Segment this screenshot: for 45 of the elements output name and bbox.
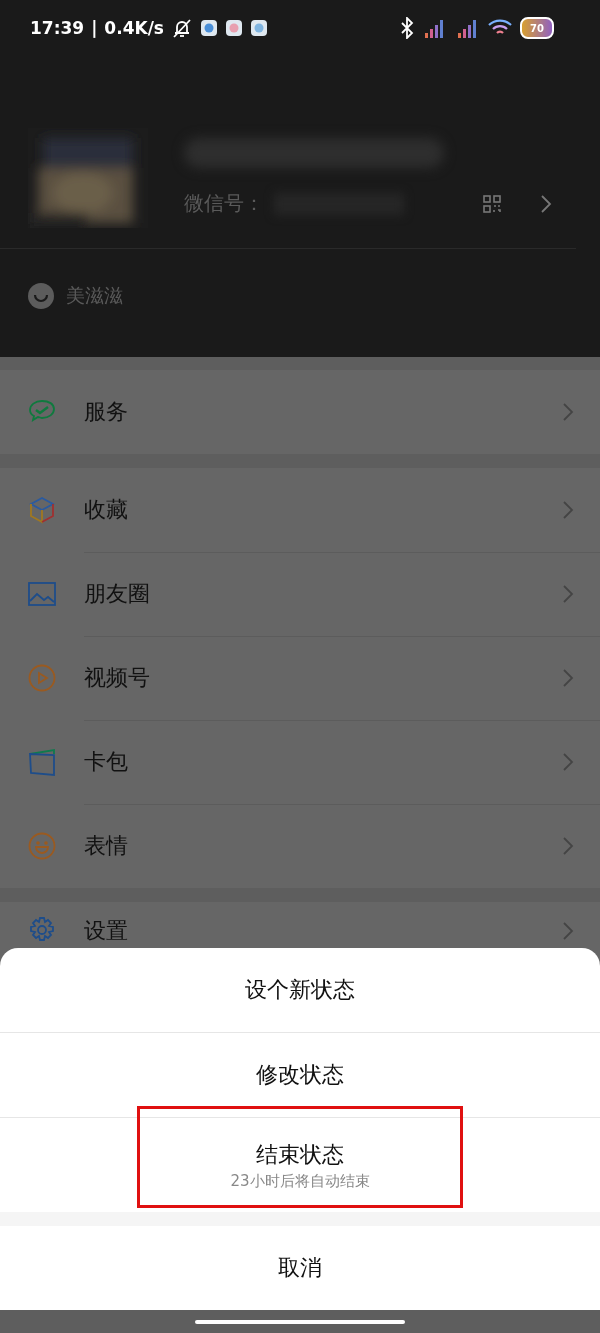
chevron-right-icon: [562, 583, 574, 604]
chevron-right-icon: [562, 921, 574, 941]
app-notification-icon: [199, 19, 218, 37]
menu-item[interactable]: 表情: [0, 804, 600, 888]
play-circle-icon: [28, 664, 56, 692]
menu-item[interactable]: 服务: [0, 370, 600, 454]
landscape-icon: [28, 580, 56, 608]
separator-text: |: [91, 18, 98, 38]
chevron-right-icon: [562, 402, 574, 422]
cube-icon: [28, 496, 56, 524]
sheet-option[interactable]: 修改状态: [0, 1033, 600, 1118]
menu-item[interactable]: 朋友圈: [0, 552, 600, 636]
chevron-right-icon: [562, 836, 574, 856]
home-indicator[interactable]: [195, 1319, 405, 1324]
app-notification-icon: [224, 19, 243, 37]
app-notification-icon: [249, 19, 268, 37]
wechat-id-label: 微信号：: [184, 190, 264, 217]
chevron-right-icon: [562, 751, 574, 772]
status-text: 美滋滋: [66, 283, 123, 308]
chevron-right-icon: [562, 499, 574, 520]
sheet-option[interactable]: 结束状态 23小时后将自动结束: [0, 1118, 600, 1212]
battery-indicator: 70: [520, 17, 554, 39]
smiley-icon: [28, 832, 56, 860]
sheet-option[interactable]: 设个新状态: [0, 948, 600, 1033]
menu-label: 朋友圈: [84, 579, 150, 608]
menu-label: 设置: [84, 917, 128, 945]
chevron-right-icon: [540, 193, 552, 214]
bluetooth-icon: [400, 17, 414, 39]
smiley-icon: [28, 283, 54, 309]
menu-label: 服务: [84, 398, 128, 426]
menu-item[interactable]: 收藏: [0, 468, 600, 552]
settings-icon: [28, 916, 56, 944]
wallet-icon: [28, 748, 56, 776]
menu-label: 收藏: [84, 495, 128, 524]
muted-bell-icon: [170, 17, 193, 39]
menu-label: 卡包: [84, 747, 128, 776]
clock-time: 17:39: [30, 18, 85, 38]
menu-label: 表情: [84, 832, 128, 860]
qr-code-icon: [482, 193, 502, 214]
menu-item[interactable]: 卡包: [0, 720, 600, 804]
chevron-right-icon: [562, 667, 574, 688]
menu-item[interactable]: 视频号: [0, 636, 600, 720]
cancel-button[interactable]: 取消: [0, 1226, 600, 1310]
network-speed: 0.4K/s: [104, 18, 164, 38]
menu-label: 视频号: [84, 663, 150, 692]
